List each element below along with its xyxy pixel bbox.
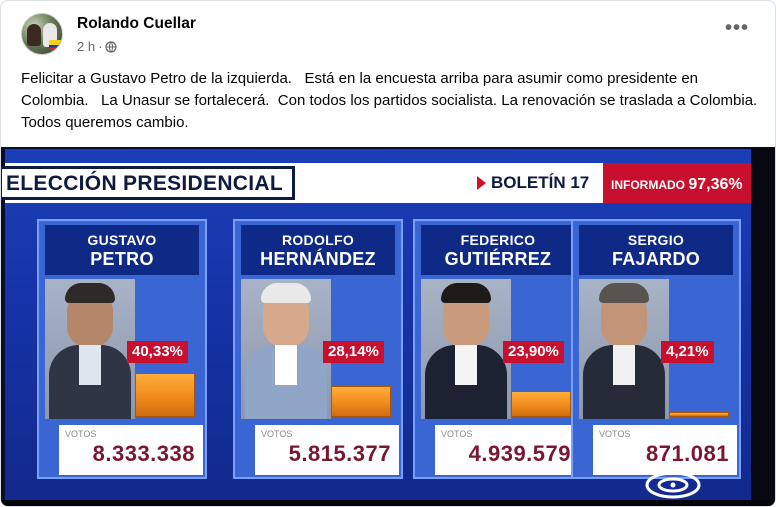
candidate-portrait xyxy=(421,279,511,419)
title-bar: ELECCIÓN PRESIDENCIAL BOLETÍN 17 INFORMA… xyxy=(1,163,755,203)
globe-icon xyxy=(105,40,118,53)
title-box: ELECCIÓN PRESIDENCIAL xyxy=(1,166,295,200)
candidate-portrait xyxy=(241,279,331,419)
candidate-vote-bar xyxy=(669,412,729,417)
candidate-vote-bar xyxy=(135,373,195,417)
candidate-portrait xyxy=(579,279,669,419)
candidate-votes: 4.939.579 xyxy=(468,441,571,466)
candidate-votes: 8.333.338 xyxy=(92,441,195,466)
candidate-first-name: FEDERICO xyxy=(460,232,536,248)
facebook-post: Rolando Cuellar 2 h · ••• Felicitar a Gu… xyxy=(0,0,776,507)
author-name[interactable]: Rolando Cuellar xyxy=(77,15,196,33)
informado-value: 97,36% xyxy=(688,176,743,193)
candidate-last-name: PETRO xyxy=(90,249,154,269)
caracol-logo-icon xyxy=(645,471,701,499)
votes-label: VOTOS xyxy=(441,429,473,439)
candidate-name-plate: RODOLFO HERNÁNDEZ xyxy=(241,225,395,275)
candidate-card: SERGIO FAJARDO 4,21% VOTOS 871.081 xyxy=(571,219,741,479)
votes-label: VOTOS xyxy=(599,429,631,439)
candidate-percentage: 4,21% xyxy=(661,341,714,363)
candidate-votes-box: VOTOS 4.939.579 xyxy=(435,425,579,475)
colombia-flag-icon xyxy=(49,40,61,50)
post-time[interactable]: 2 h xyxy=(77,39,95,54)
informado-badge: INFORMADO 97,36% xyxy=(603,163,755,203)
candidate-last-name: HERNÁNDEZ xyxy=(260,249,376,269)
candidate-percentage: 23,90% xyxy=(503,341,564,363)
post-meta: 2 h · xyxy=(77,39,118,54)
candidate-votes-box: VOTOS 871.081 xyxy=(593,425,737,475)
candidate-name-plate: SERGIO FAJARDO xyxy=(579,225,733,275)
candidate-card: GUSTAVO PETRO 40,33% VOTOS 8.333.338 xyxy=(37,219,207,479)
candidate-card: FEDERICO GUTIÉRREZ 23,90% VOTOS 4.939.57… xyxy=(413,219,583,479)
candidate-name-plate: GUSTAVO PETRO xyxy=(45,225,199,275)
candidate-votes-box: VOTOS 8.333.338 xyxy=(59,425,203,475)
votes-label: VOTOS xyxy=(65,429,97,439)
boletin-label: BOLETÍN 17 xyxy=(491,173,590,192)
candidate-percentage: 40,33% xyxy=(127,341,188,363)
candidate-votes: 871.081 xyxy=(645,441,729,466)
candidate-percentage: 28,14% xyxy=(323,341,384,363)
tv-screen: ELECCIÓN PRESIDENCIAL BOLETÍN 17 INFORMA… xyxy=(1,149,757,506)
votes-label: VOTOS xyxy=(261,429,293,439)
tv-bezel-bottom xyxy=(1,500,775,506)
post-text: Felicitar a Gustavo Petro de la izquierd… xyxy=(21,70,770,131)
meta-separator: · xyxy=(98,39,103,54)
candidate-first-name: GUSTAVO xyxy=(87,232,157,248)
broadcast-title: ELECCIÓN PRESIDENCIAL xyxy=(6,172,283,195)
candidate-votes-box: VOTOS 5.815.377 xyxy=(255,425,399,475)
candidate-last-name: FAJARDO xyxy=(611,249,701,269)
post-photo[interactable]: ELECCIÓN PRESIDENCIAL BOLETÍN 17 INFORMA… xyxy=(1,147,775,506)
more-options-button[interactable]: ••• xyxy=(725,18,749,38)
candidate-last-name: GUTIÉRREZ xyxy=(444,249,552,269)
tv-bezel xyxy=(751,147,775,506)
candidate-votes: 5.815.377 xyxy=(288,441,391,466)
candidate-name-plate: FEDERICO GUTIÉRREZ xyxy=(421,225,575,275)
candidate-first-name: SERGIO xyxy=(627,232,685,248)
candidate-vote-bar xyxy=(511,391,571,417)
author-avatar[interactable] xyxy=(21,13,63,55)
candidate-portrait xyxy=(45,279,135,419)
candidate-first-name: RODOLFO xyxy=(281,232,355,248)
candidate-card: RODOLFO HERNÁNDEZ 28,14% VOTOS 5.815.377 xyxy=(233,219,403,479)
candidate-vote-bar xyxy=(331,386,391,417)
post-header: Rolando Cuellar 2 h · ••• xyxy=(1,1,775,61)
informado-label: INFORMADO xyxy=(611,178,685,192)
play-arrow-icon xyxy=(477,176,486,190)
